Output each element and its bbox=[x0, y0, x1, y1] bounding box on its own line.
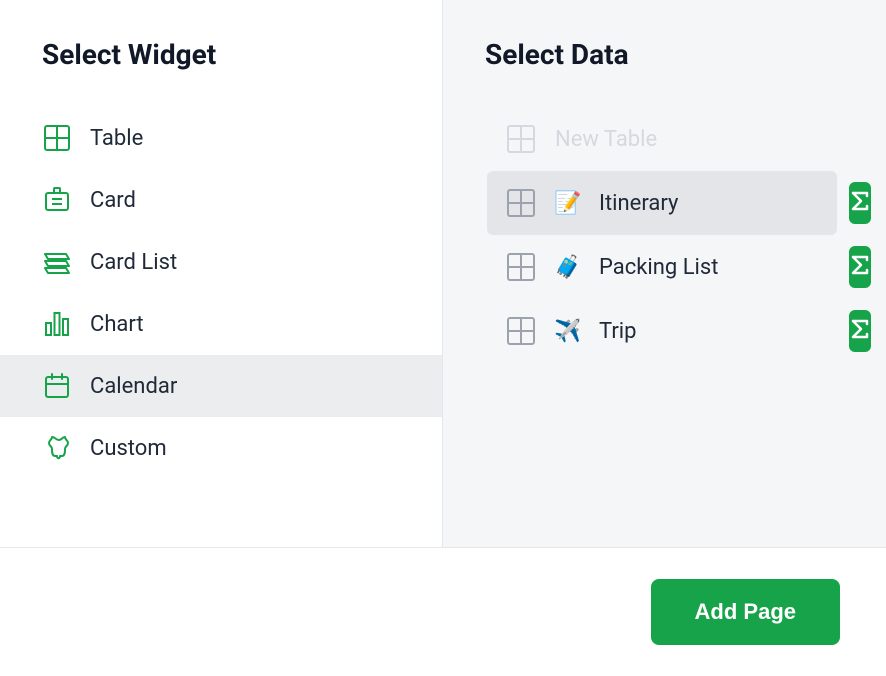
widget-item-card[interactable]: Card bbox=[0, 169, 442, 231]
widget-item-label: Custom bbox=[90, 436, 167, 461]
card-icon bbox=[42, 185, 72, 215]
widget-item-chart[interactable]: Chart bbox=[0, 293, 442, 355]
widget-item-label: Card bbox=[90, 188, 136, 213]
sigma-icon bbox=[849, 254, 871, 280]
cardlist-icon bbox=[42, 247, 72, 277]
widget-item-label: Card List bbox=[90, 250, 177, 275]
data-list: New Table 📝 Itinerary 🧳 Packing List ✈️ Trip bbox=[443, 107, 886, 363]
table-icon bbox=[42, 123, 72, 153]
table-grid-icon bbox=[505, 123, 537, 155]
widget-item-custom[interactable]: Custom bbox=[0, 417, 442, 479]
data-item-label: New Table bbox=[555, 127, 657, 152]
table-grid-icon bbox=[505, 315, 537, 347]
select-data-panel: Select Data New Table 📝 Itinerary 🧳 Packing … bbox=[443, 0, 886, 547]
widget-item-label: Calendar bbox=[90, 374, 177, 399]
widget-item-table[interactable]: Table bbox=[0, 107, 442, 169]
custom-icon bbox=[42, 433, 72, 463]
sigma-button[interactable] bbox=[849, 310, 871, 352]
widget-item-card-list[interactable]: Card List bbox=[0, 231, 442, 293]
data-item-new-table[interactable]: New Table bbox=[487, 107, 837, 171]
select-widget-panel: Select Widget Table Card Card List Chart Cal… bbox=[0, 0, 443, 547]
sigma-icon bbox=[849, 318, 871, 344]
data-item-packing-list[interactable]: 🧳 Packing List bbox=[487, 235, 837, 299]
table-grid-icon bbox=[505, 251, 537, 283]
widget-item-label: Chart bbox=[90, 312, 144, 337]
sigma-button[interactable] bbox=[849, 246, 871, 288]
data-row: ✈️ Trip bbox=[443, 299, 886, 363]
widget-list: Table Card Card List Chart Calendar Custom bbox=[0, 107, 442, 479]
select-widget-title: Select Widget bbox=[0, 0, 442, 107]
calendar-icon bbox=[42, 371, 72, 401]
data-item-label: Itinerary bbox=[599, 191, 678, 216]
widget-item-label: Table bbox=[90, 126, 143, 151]
data-row: 🧳 Packing List bbox=[443, 235, 886, 299]
chart-icon bbox=[42, 309, 72, 339]
footer: Add Page bbox=[0, 548, 886, 676]
data-item-label: Packing List bbox=[599, 255, 718, 280]
sigma-icon bbox=[849, 190, 871, 216]
data-item-itinerary[interactable]: 📝 Itinerary bbox=[487, 171, 837, 235]
add-page-button[interactable]: Add Page bbox=[651, 579, 840, 645]
data-row: New Table bbox=[443, 107, 886, 171]
data-item-emoji: 🧳 bbox=[555, 255, 581, 280]
widget-item-calendar[interactable]: Calendar bbox=[0, 355, 442, 417]
data-item-emoji: ✈️ bbox=[555, 319, 581, 344]
data-item-trip[interactable]: ✈️ Trip bbox=[487, 299, 837, 363]
select-data-title: Select Data bbox=[443, 0, 886, 107]
data-item-emoji: 📝 bbox=[555, 191, 581, 216]
data-row: 📝 Itinerary bbox=[443, 171, 886, 235]
data-item-label: Trip bbox=[599, 319, 636, 344]
sigma-button[interactable] bbox=[849, 182, 871, 224]
table-grid-icon bbox=[505, 187, 537, 219]
